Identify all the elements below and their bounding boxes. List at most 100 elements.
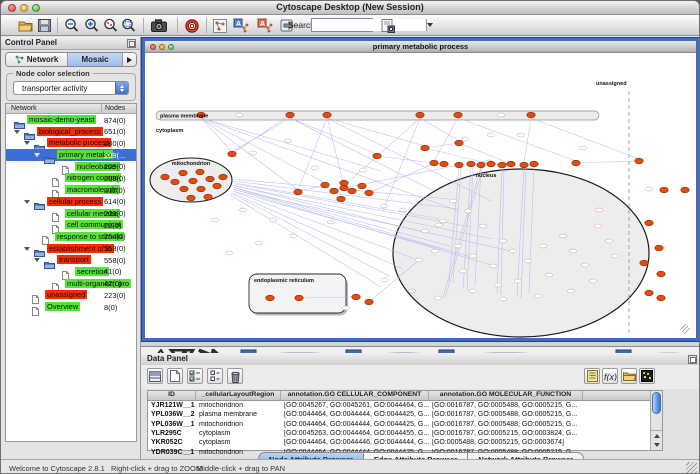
import-folder-icon[interactable] — [621, 368, 637, 384]
gene-node[interactable] — [187, 195, 195, 201]
gene-node[interactable] — [358, 183, 366, 189]
small-node[interactable] — [449, 199, 456, 203]
gene-node[interactable] — [189, 178, 197, 184]
tree-row[interactable]: cell communicat22(0) — [6, 219, 136, 231]
gene-node[interactable] — [520, 162, 528, 168]
gene-node[interactable] — [294, 189, 302, 195]
small-node[interactable] — [594, 224, 601, 228]
small-node[interactable] — [415, 258, 422, 262]
small-node[interactable] — [421, 229, 428, 233]
gene-node[interactable] — [440, 161, 448, 167]
gene-node[interactable] — [640, 260, 648, 266]
gene-node[interactable] — [416, 112, 424, 118]
gene-node[interactable] — [477, 162, 485, 168]
float-panel-icon[interactable] — [688, 355, 697, 364]
float-panel-icon[interactable] — [127, 39, 136, 48]
gene-node[interactable] — [498, 162, 506, 168]
gene-node[interactable] — [295, 295, 303, 301]
expand-arrow-icon[interactable] — [24, 200, 30, 204]
gene-node[interactable] — [204, 194, 212, 200]
small-node[interactable] — [545, 273, 552, 277]
gene-node[interactable] — [373, 153, 381, 159]
small-node[interactable] — [539, 244, 546, 248]
small-node[interactable] — [381, 278, 388, 282]
small-node[interactable] — [605, 239, 612, 243]
small-node[interactable] — [524, 259, 531, 263]
small-node[interactable] — [595, 208, 602, 212]
small-node[interactable] — [559, 234, 566, 238]
gene-node[interactable] — [657, 271, 665, 277]
gene-node[interactable] — [286, 112, 294, 118]
open-file-icon[interactable] — [17, 17, 34, 34]
tree-row[interactable]: unassigned223(0) — [6, 289, 136, 301]
small-node[interactable] — [464, 209, 471, 213]
tree-row[interactable]: cellular metabo209(0) — [6, 208, 136, 220]
small-node[interactable] — [342, 306, 349, 310]
gene-node[interactable] — [454, 112, 462, 118]
tab-network[interactable]: Network — [6, 53, 68, 66]
table-column-header[interactable]: ID — [148, 391, 196, 401]
tree-row[interactable]: nucleobase-209(0) — [6, 161, 136, 173]
gene-node[interactable] — [467, 161, 475, 167]
small-node[interactable] — [499, 239, 506, 243]
small-node[interactable] — [469, 254, 476, 258]
small-node[interactable] — [534, 294, 541, 298]
expand-arrow-icon[interactable] — [14, 130, 20, 134]
unselect-attributes-icon[interactable] — [207, 368, 223, 384]
gene-node[interactable] — [180, 186, 188, 192]
small-node[interactable] — [509, 249, 516, 253]
gene-node[interactable] — [321, 182, 329, 188]
network-style-blue-icon[interactable]: A — [232, 17, 249, 34]
gene-node[interactable] — [530, 161, 538, 167]
table-column-header[interactable]: _cellularLayoutRegion — [196, 391, 281, 401]
small-node[interactable] — [399, 208, 406, 212]
new-attribute-icon[interactable] — [167, 368, 183, 384]
gene-node[interactable] — [455, 162, 463, 168]
table-column-header[interactable]: annotation.GO MOLECULAR_FUNCTION — [429, 391, 583, 401]
small-node[interactable] — [380, 204, 387, 208]
zoom-in-icon[interactable] — [83, 17, 100, 34]
gene-node[interactable] — [197, 186, 205, 192]
small-node[interactable] — [284, 139, 291, 143]
small-node[interactable] — [327, 220, 334, 224]
small-node[interactable] — [497, 113, 504, 117]
gene-node[interactable] — [655, 245, 663, 251]
gene-node[interactable] — [430, 160, 438, 166]
small-node[interactable] — [469, 289, 476, 293]
network-window-titlebar[interactable]: primary metabolic process — [145, 41, 696, 53]
small-node[interactable] — [249, 151, 256, 155]
tree-row[interactable]: establishment of lo558(0) — [6, 243, 136, 255]
small-node[interactable] — [581, 263, 588, 267]
gene-node[interactable] — [660, 187, 668, 193]
delete-attribute-icon[interactable] — [227, 368, 243, 384]
network-overview-icon[interactable] — [211, 17, 228, 34]
small-node[interactable] — [359, 168, 366, 172]
tree-row[interactable]: Overview8(0) — [6, 301, 136, 313]
scrollbar-thumb[interactable] — [652, 392, 661, 414]
gene-node[interactable] — [645, 220, 653, 226]
small-node[interactable] — [514, 279, 521, 283]
gene-node[interactable] — [219, 174, 227, 180]
network-graph[interactable]: plasma membranecytoplasmmitochondrionnuc… — [145, 53, 696, 338]
gene-node[interactable] — [645, 290, 653, 296]
table-column-header[interactable]: annotation.GO CELLULAR_COMPONENT — [281, 391, 429, 401]
tree-row[interactable]: macromolecule311(0) — [6, 184, 136, 196]
tree-row[interactable]: multi-organism pro42(0) — [6, 278, 136, 290]
gene-node[interactable] — [323, 112, 331, 118]
tree-row[interactable]: metabolic process280(0) — [6, 137, 136, 149]
expand-arrow-icon[interactable] — [34, 153, 40, 157]
tree-row[interactable]: secretion41(0) — [6, 266, 136, 278]
gene-node[interactable] — [206, 176, 214, 182]
matrix-import-icon[interactable] — [639, 368, 655, 384]
gene-node[interactable] — [657, 295, 665, 301]
small-node[interactable] — [645, 187, 652, 191]
small-node[interactable] — [235, 113, 242, 117]
small-node[interactable] — [589, 279, 596, 283]
resize-grip[interactable] — [686, 462, 697, 473]
small-node[interactable] — [431, 249, 438, 253]
small-node[interactable] — [434, 296, 441, 300]
small-node[interactable] — [408, 289, 415, 293]
tree-row[interactable]: nitrogen compo209(0) — [6, 172, 136, 184]
gene-node[interactable] — [266, 295, 274, 301]
tree-row[interactable]: mosaic-demo-yeast874(0) — [6, 114, 136, 126]
